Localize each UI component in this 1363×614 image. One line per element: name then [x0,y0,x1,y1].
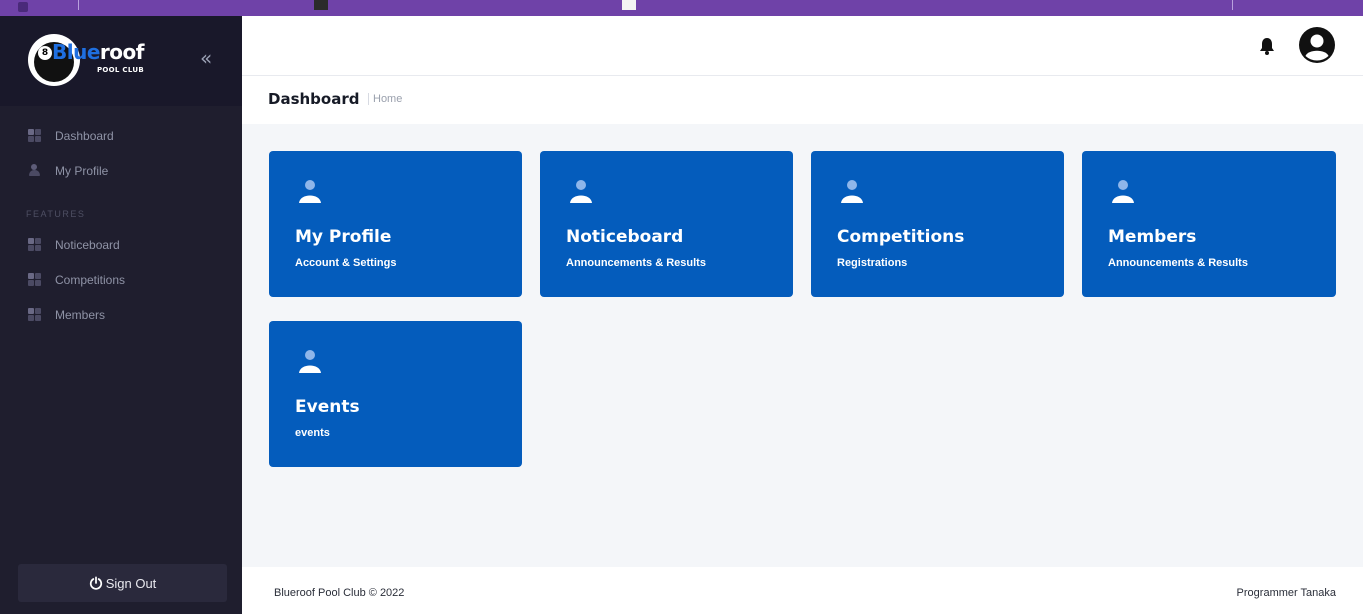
eight-ball-number: 8 [38,46,52,60]
sidebar-item-label: My Profile [55,163,109,178]
user-icon [28,164,41,177]
strip-tab-icon [622,0,636,10]
footer-credit: Programmer Tanaka [1236,587,1336,599]
sidebar-brand: 8 Blueroof POOL CLUB « [0,16,242,106]
sidebar-item-noticeboard[interactable]: Noticeboard [0,227,242,262]
grid-icon [28,238,41,251]
card-members[interactable]: Members Announcements & Results [1082,151,1336,297]
sidebar-item-label: Members [55,307,106,322]
footer: Blueroof Pool Club © 2022 Programmer Tan… [242,567,1363,614]
footer-copyright: Blueroof Pool Club © 2022 [274,587,405,599]
card-subtitle: Registrations [837,257,908,269]
card-title: My Profile [295,227,392,247]
sidebar-item-label: Noticeboard [55,237,120,252]
breadcrumb-bar: Dashboard Home [242,76,1363,124]
card-competitions[interactable]: Competitions Registrations [811,151,1064,297]
card-subtitle: events [295,427,330,439]
browser-top-strip [0,0,1363,16]
card-events[interactable]: Events events [269,321,522,467]
sidebar-item-my-profile[interactable]: My Profile [0,153,242,188]
page-title: Dashboard [268,90,360,108]
card-title: Competitions [837,227,965,247]
user-icon [1112,180,1134,203]
logo-wordmark: Blueroof [52,40,144,64]
card-title: Members [1108,227,1197,247]
sidebar-item-members[interactable]: Members [0,297,242,332]
card-subtitle: Announcements & Results [566,257,706,269]
user-icon [841,180,863,203]
sign-out-label: Sign Out [105,575,157,591]
strip-app-icon [18,2,28,12]
card-subtitle: Announcements & Results [1108,257,1248,269]
grid-icon [28,308,41,321]
user-icon [299,350,321,373]
strip-separator [78,0,79,10]
card-noticeboard[interactable]: Noticeboard Announcements & Results [540,151,793,297]
sidebar-nav: Dashboard My Profile FEATURES Noticeboar… [0,106,242,332]
logo-subtitle: POOL CLUB [97,66,144,74]
club-logo[interactable]: 8 Blueroof POOL CLUB [28,32,150,88]
breadcrumb-home-link[interactable]: Home [368,93,402,105]
card-subtitle: Account & Settings [295,257,397,269]
sidebar-item-competitions[interactable]: Competitions [0,262,242,297]
card-title: Events [295,397,360,417]
sidebar-item-label: Competitions [55,272,126,287]
power-icon [89,576,102,590]
grid-icon [28,129,41,142]
strip-tab-icon [314,0,328,10]
sidebar-item-label: Dashboard [55,128,114,143]
notification-bell-icon[interactable] [1258,36,1276,56]
logo-text-white: roof [99,40,145,64]
top-bar [242,16,1363,76]
strip-separator [1232,0,1233,10]
sign-out-button[interactable]: Sign Out [18,564,227,602]
logo-text-blue: Blue [52,40,100,64]
card-title: Noticeboard [566,227,684,247]
sidebar-item-dashboard[interactable]: Dashboard [0,118,242,153]
collapse-sidebar-button[interactable]: « [200,48,212,68]
card-my-profile[interactable]: My Profile Account & Settings [269,151,522,297]
user-avatar-icon[interactable] [1298,26,1336,64]
user-icon [299,180,321,203]
sidebar-section-label: FEATURES [26,209,86,219]
grid-icon [28,273,41,286]
sidebar: 8 Blueroof POOL CLUB « Dashboard My Prof… [0,16,242,614]
user-icon [570,180,592,203]
